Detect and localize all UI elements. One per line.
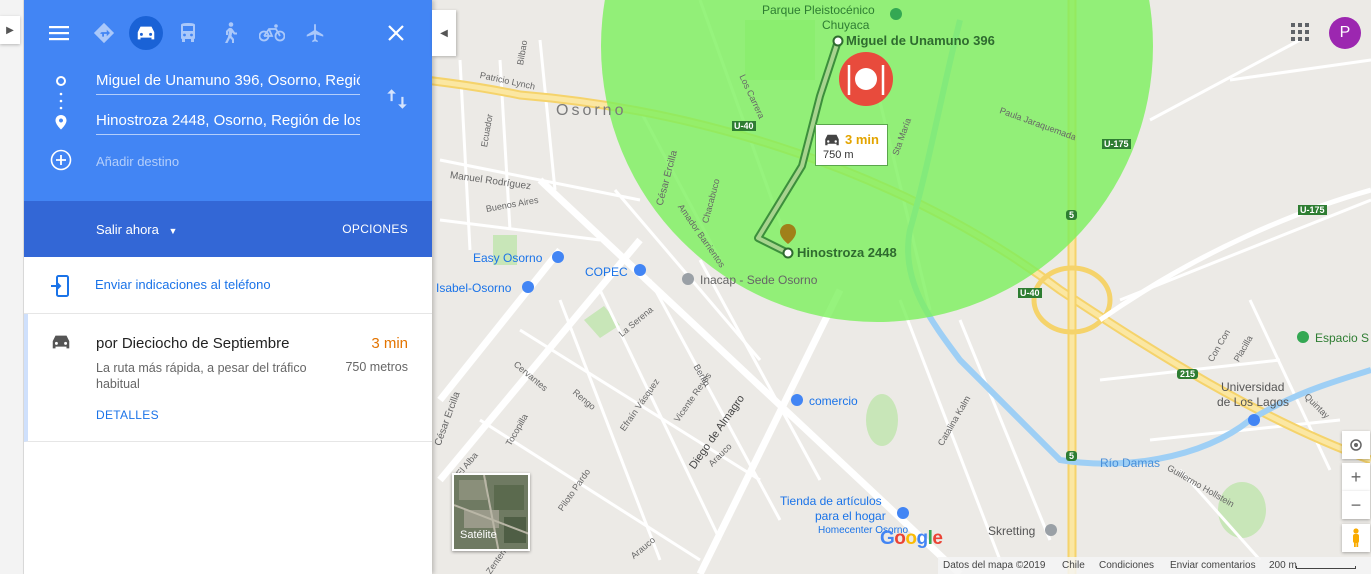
pegman-icon [1353,528,1359,547]
origin-marker-label[interactable]: Miguel de Unamuno 396 [846,33,995,48]
pegman-button[interactable] [1342,524,1370,552]
destination-marker-label[interactable]: Hinostroza 2448 [797,245,897,260]
swap-button[interactable] [384,86,410,112]
poi-parque[interactable]: Parque Pleistocénico [762,3,875,17]
leave-now-dropdown[interactable]: Salir ahora ▼ [96,222,177,237]
details-button[interactable]: DETALLES [96,408,159,422]
highway-shield: U-40 [1018,288,1042,298]
highway-shield: U-175 [1298,205,1327,215]
leave-now-label: Salir ahora [96,222,159,237]
poi-universidad-line2[interactable]: de Los Lagos [1217,395,1289,409]
terms-link[interactable]: Condiciones [1099,560,1154,571]
route-distance: 750 metros [345,360,408,374]
highway-shield: 5 [1066,210,1078,220]
send-to-phone-row[interactable]: Enviar indicaciones al teléfono [24,257,432,314]
directions-icon [93,22,115,44]
route-box-duration: 3 min [845,132,879,147]
poi-tienda-line1[interactable]: Tienda de artículos [780,494,882,508]
mode-walk-button[interactable] [213,16,247,50]
poi-tienda-line2[interactable]: para el hogar [815,509,886,523]
avatar[interactable]: P [1329,17,1361,49]
poi-chuyaca[interactable]: Chuyaca [822,18,869,32]
car-icon [137,26,155,40]
mode-flight-button[interactable] [298,16,332,50]
travel-mode-row [24,14,432,52]
departure-row: Salir ahora ▼ OPCIONES [24,201,432,257]
origin-field[interactable]: Miguel de Unamuno 396, Osorno, Región de… [96,69,360,95]
apps-grid-icon[interactable] [1288,20,1312,44]
add-destination-button[interactable] [50,149,72,171]
satellite-label: Satélite [460,529,497,541]
route-info-box[interactable]: 3 min 750 m [815,124,888,166]
my-location-button[interactable] [1342,431,1370,459]
close-icon [388,25,404,41]
expand-side-button[interactable]: ▶ [0,16,20,44]
zoom-in-button[interactable]: + [1342,463,1370,491]
route-via: por Dieciocho de Septiembre [96,335,290,352]
highway-shield: 5 [1066,451,1078,461]
mode-best-button[interactable] [87,16,121,50]
mode-transit-button[interactable] [171,16,205,50]
mode-bicycle-button[interactable] [255,16,289,50]
poi-easy[interactable]: Easy Osorno [473,251,542,265]
river-label: Río Damas [1100,456,1161,470]
route-description: La ruta más rápida, a pesar del tráfico … [96,361,307,391]
satellite-toggle[interactable]: Satélite [452,473,530,551]
highway-shield: U-40 [732,121,756,131]
route-dots-icon [55,76,67,130]
close-directions-button[interactable] [379,16,413,50]
add-circle-icon [50,149,72,171]
directions-header: Miguel de Unamuno 396, Osorno, Región de… [24,0,432,201]
menu-icon [49,26,69,41]
highway-shield: U-175 [1102,139,1131,149]
bicycle-icon [259,24,285,42]
map-data-credit: Datos del mapa ©2019 [943,560,1046,571]
highway-shield: 215 [1177,369,1199,379]
route-box-distance: 750 m [823,149,854,161]
google-logo: Google [880,528,943,549]
feedback-link[interactable]: Enviar comentarios [1170,560,1256,571]
options-button[interactable]: OPCIONES [342,222,408,236]
send-to-phone-label: Enviar indicaciones al teléfono [95,277,271,292]
poi-inacap[interactable]: Inacap - Sede Osorno [700,273,817,287]
send-to-phone-icon [51,275,69,297]
transit-icon [181,23,195,42]
directions-panel: Miguel de Unamuno 396, Osorno, Región de… [24,0,432,574]
poi-espacio[interactable]: Espacio S [1315,331,1369,345]
poi-skretting[interactable]: Skretting [988,524,1035,538]
add-destination-field[interactable]: Añadir destino [96,154,179,169]
flight-icon [306,23,324,43]
left-edge-strip: ▶ [0,0,24,574]
walk-icon [225,22,237,43]
route-duration: 3 min [371,335,408,352]
car-icon [52,335,70,349]
country-link[interactable]: Chile [1062,560,1085,571]
dropdown-arrow-icon: ▼ [168,226,178,236]
swap-icon [387,89,407,109]
mode-car-button[interactable] [129,16,163,50]
scale-bar [1296,566,1356,569]
poi-comercio[interactable]: comercio [809,394,858,408]
zoom-out-button[interactable]: − [1342,491,1370,519]
location-icon [1350,439,1362,451]
scale-label: 200 m [1269,560,1297,571]
poi-universidad-line1[interactable]: Universidad [1221,380,1284,394]
map-footer: Datos del mapa ©2019 Chile Condiciones E… [938,557,1371,574]
city-label: Osorno [556,102,627,119]
route-option-card[interactable]: por Dieciocho de Septiembre 3 min La rut… [24,314,432,442]
collapse-panel-button[interactable]: ◀ [432,10,456,56]
poi-copec[interactable]: COPEC [585,265,628,279]
poi-isabel[interactable]: Isabel-Osorno [436,281,511,295]
car-icon [825,134,839,146]
destination-field[interactable]: Hinostroza 2448, Osorno, Región de los L… [96,109,360,135]
menu-button[interactable] [42,16,76,50]
